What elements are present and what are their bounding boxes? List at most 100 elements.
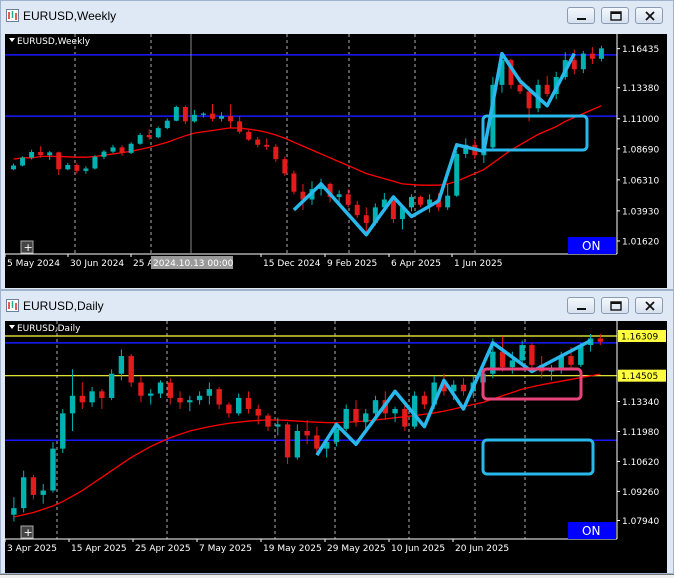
close-icon (645, 301, 655, 311)
candle-body (187, 400, 193, 403)
x-tick-label: 1 Jun 2025 (454, 259, 502, 269)
window-title: EURUSD,Daily (23, 299, 104, 313)
candle-body (509, 360, 516, 368)
candle-body (196, 395, 203, 401)
x-tick-label: 15 Dec 2024 (263, 259, 321, 269)
candle-body (119, 147, 125, 153)
candle-body (182, 107, 188, 122)
candle-body (206, 389, 213, 396)
x-tick-label: 7 May 2025 (199, 544, 252, 554)
candle-body (56, 152, 62, 170)
y-tick-label: 1.10620 (622, 458, 659, 468)
candle-body (110, 147, 116, 152)
candle-body (255, 139, 261, 145)
candle-body (50, 448, 56, 491)
y-tick-label: 1.13380 (622, 84, 659, 94)
x-tick-label: 19 May 2025 (263, 544, 322, 554)
weekly-chart-window[interactable]: EURUSD,Weekly EURUSD,Weekly 1.16435 1.1338… (0, 0, 674, 290)
on-badge-label: ON (582, 524, 600, 538)
candle-body (333, 428, 340, 443)
candle-body (363, 215, 369, 223)
candle-body (460, 384, 467, 392)
candle-body (354, 204, 360, 216)
candle-body (210, 113, 215, 119)
candle-body (99, 391, 105, 398)
candle-body (363, 413, 369, 423)
minimize-button[interactable] (567, 7, 595, 24)
weekly-titlebar[interactable]: EURUSD,Weekly (1, 1, 673, 31)
candle-body (343, 408, 349, 429)
candle-body (282, 159, 288, 174)
close-button[interactable] (635, 297, 663, 314)
candle-body (65, 165, 71, 170)
candle-body (402, 408, 408, 427)
candle-body (372, 400, 379, 414)
candle-body (454, 153, 460, 196)
crosshair-time-label: 2024.10.13 00:00 (153, 259, 234, 269)
candle-body (30, 477, 37, 495)
restore-button[interactable] (601, 7, 629, 24)
daily-titlebar[interactable]: EURUSD,Daily (1, 291, 673, 321)
candle-body (228, 116, 234, 122)
candle-body (571, 60, 577, 70)
minimize-icon (577, 18, 586, 20)
y-tick-label: 1.11000 (622, 115, 659, 125)
y-tick-label: 1.01620 (622, 237, 659, 247)
x-tick-label: 9 Feb 2025 (327, 259, 377, 269)
candle-body (74, 165, 80, 171)
candle-body (353, 408, 359, 423)
close-button[interactable] (635, 7, 663, 24)
y-tick-label: 1.07940 (622, 517, 659, 527)
candle-body (236, 397, 242, 414)
candle-body (445, 195, 451, 208)
chart-window-icon (6, 9, 19, 22)
candle-body (157, 382, 164, 394)
x-tick-label: 5 May 2024 (7, 259, 60, 269)
moving-average-line (13, 105, 602, 186)
candle-body (83, 168, 89, 171)
candle-body (275, 424, 281, 427)
candle-body (418, 196, 424, 205)
weekly-chart[interactable]: EURUSD,Weekly 1.16435 1.13380 1.11000 1.0869… (4, 34, 667, 288)
candle-body (108, 373, 115, 398)
x-tick-label: 25 Apr 2025 (135, 544, 191, 554)
x-tick-label: 30 Jun 2024 (70, 259, 124, 269)
weekly-chart-area[interactable]: EURUSD,Weekly 1.16435 1.13380 1.11000 1.0869… (4, 34, 667, 288)
candle-body (421, 395, 428, 405)
candle-body (69, 395, 76, 414)
candle-body (255, 408, 261, 416)
candle-body (392, 408, 398, 414)
candle-body (265, 415, 271, 427)
candle-body (89, 391, 95, 403)
candle-body (47, 152, 53, 156)
x-tick-label: 20 Jun 2025 (455, 544, 509, 554)
candle-body (291, 173, 297, 192)
daily-chart-window[interactable]: EURUSD,Daily EURUSD,Daily 1.16309 1.14505 1… (0, 290, 674, 574)
add-icon-glyph: + (24, 526, 33, 539)
candle-body (314, 435, 320, 449)
add-icon-glyph: + (24, 241, 33, 254)
candle-body (294, 431, 301, 458)
daily-chart-area[interactable]: EURUSD,Daily 1.16309 1.14505 1.13340 1.11980… (4, 321, 667, 573)
minimize-button[interactable] (567, 297, 595, 314)
candle-body (237, 121, 243, 132)
daily-chart[interactable]: EURUSD,Daily 1.16309 1.14505 1.13340 1.11980… (4, 321, 667, 573)
candle-body (273, 146, 279, 160)
y-tick-label: 1.08690 (622, 145, 659, 155)
x-tick-label: 3 Apr 2025 (7, 544, 57, 554)
x-tick-label: 15 Apr 2025 (71, 544, 127, 554)
y-tick-label: 1.11980 (622, 428, 659, 438)
restore-button[interactable] (601, 297, 629, 314)
candle-body (216, 389, 222, 405)
candle-body (101, 151, 107, 157)
candle-body (526, 91, 532, 109)
candle-body (29, 151, 35, 158)
x-tick-label: 10 Jun 2025 (391, 544, 445, 554)
candle-body (40, 490, 46, 495)
zigzag-overlay-line (292, 51, 576, 237)
candle-body (598, 48, 604, 59)
collapse-triangle-icon (9, 38, 15, 42)
candle-body (580, 53, 586, 70)
candle-body (409, 196, 414, 208)
candle-body (137, 135, 143, 144)
